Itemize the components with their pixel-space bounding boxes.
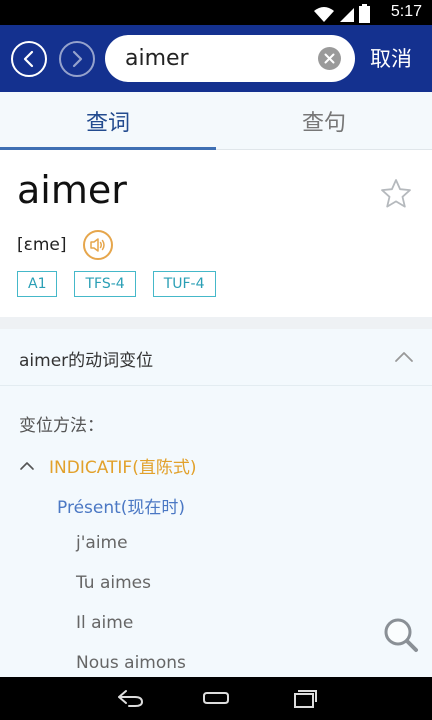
cancel-button[interactable]: 取消 bbox=[370, 43, 412, 73]
clear-button[interactable] bbox=[318, 47, 341, 70]
search-input[interactable] bbox=[125, 35, 305, 82]
tag: TFS-4 bbox=[74, 271, 136, 297]
status-bar: 5:17 bbox=[0, 0, 432, 25]
back-button[interactable] bbox=[11, 41, 47, 77]
conjugation-form: Tu aimes bbox=[76, 573, 151, 593]
search-icon[interactable] bbox=[382, 616, 420, 654]
conjugation-title: aimer的动词变位 bbox=[19, 351, 154, 371]
search-box[interactable] bbox=[105, 35, 355, 82]
speaker-icon bbox=[90, 238, 105, 252]
forward-button[interactable] bbox=[59, 41, 95, 77]
mood-label: INDICATIF(直陈式) bbox=[49, 458, 197, 478]
back-icon[interactable] bbox=[115, 686, 145, 710]
star-icon[interactable] bbox=[380, 178, 412, 210]
signal-icon bbox=[340, 8, 354, 22]
chevron-up-icon[interactable] bbox=[394, 351, 414, 363]
chevron-right-icon bbox=[72, 50, 83, 68]
status-icons bbox=[313, 3, 370, 23]
tense-label[interactable]: Présent(现在时) bbox=[57, 493, 185, 518]
clear-icon bbox=[324, 53, 335, 64]
top-bar: 取消 bbox=[0, 25, 432, 92]
status-time: 5:17 bbox=[390, 3, 422, 20]
conjugation-form: Il aime bbox=[76, 613, 134, 633]
chevron-up-icon bbox=[20, 461, 34, 470]
conjugation-form: Nous aimons bbox=[76, 653, 186, 673]
word-card: aimer [ɛme] A1 TFS-4 TUF-4 bbox=[0, 150, 432, 317]
word-title: aimer bbox=[17, 168, 127, 212]
recents-icon[interactable] bbox=[288, 686, 318, 710]
level-tags: A1 TFS-4 TUF-4 bbox=[17, 271, 216, 297]
conjugation-method-label: 变位方法： bbox=[19, 416, 104, 436]
wifi-icon bbox=[314, 7, 334, 22]
audio-button[interactable] bbox=[83, 230, 113, 260]
conjugation-header[interactable]: aimer的动词变位 bbox=[0, 329, 432, 386]
conjugation-form: j'aime bbox=[76, 533, 128, 553]
conjugation-section: aimer的动词变位 变位方法： INDICATIF(直陈式) Présent(… bbox=[0, 329, 432, 677]
search-tabs: 查词 查句 bbox=[0, 92, 432, 150]
tag: TUF-4 bbox=[152, 271, 216, 297]
tab-sentence[interactable]: 查句 bbox=[216, 92, 432, 150]
phonetic: [ɛme] bbox=[17, 235, 67, 255]
tag: A1 bbox=[17, 271, 58, 297]
chevron-left-icon bbox=[23, 50, 34, 68]
home-icon[interactable] bbox=[200, 686, 232, 710]
battery-icon bbox=[359, 4, 370, 23]
mood-row[interactable]: INDICATIF(直陈式) bbox=[19, 453, 196, 478]
section-divider bbox=[0, 317, 432, 329]
system-nav-bar bbox=[0, 677, 432, 720]
tab-word[interactable]: 查词 bbox=[0, 92, 216, 150]
